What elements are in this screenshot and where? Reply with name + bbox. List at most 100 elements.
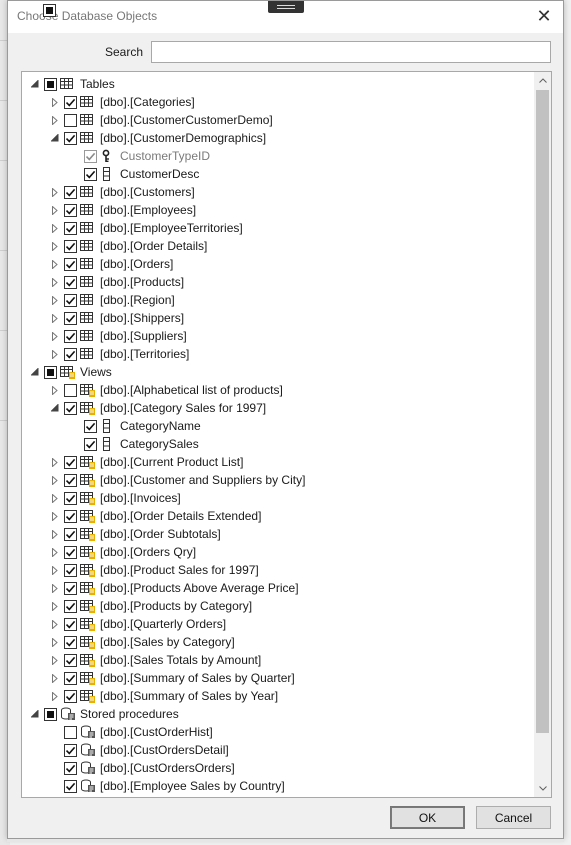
collapsed-arrow-icon[interactable] (50, 672, 60, 684)
close-icon[interactable]: ✕ (531, 5, 557, 29)
tree-row[interactable]: [dbo].[Customers] (22, 183, 534, 201)
tree-checkbox[interactable] (64, 258, 77, 271)
collapsed-arrow-icon[interactable] (50, 636, 60, 648)
collapsed-arrow-icon[interactable] (50, 276, 60, 288)
collapsed-arrow-icon[interactable] (50, 348, 60, 360)
tree-checkbox[interactable] (64, 762, 77, 775)
expanded-arrow-icon[interactable] (30, 708, 40, 720)
expanded-arrow-icon[interactable] (50, 132, 60, 144)
cancel-button[interactable]: Cancel (476, 806, 551, 829)
collapsed-arrow-icon[interactable] (50, 492, 60, 504)
collapsed-arrow-icon[interactable] (50, 96, 60, 108)
tree-checkbox[interactable] (64, 618, 77, 631)
tree-row[interactable]: Views (22, 363, 534, 381)
tree-row[interactable]: [dbo].[Products] (22, 273, 534, 291)
tree-checkbox[interactable] (64, 474, 77, 487)
tree-checkbox[interactable] (64, 96, 77, 109)
tree-checkbox[interactable] (64, 564, 77, 577)
expanded-arrow-icon[interactable] (30, 78, 40, 90)
tree-row[interactable]: Stored procedures (22, 705, 534, 723)
tree-row[interactable]: [dbo].[Order Details Extended] (22, 507, 534, 525)
tree-checkbox[interactable] (64, 456, 77, 469)
select-all-checkbox[interactable] (43, 4, 56, 17)
collapsed-arrow-icon[interactable] (50, 600, 60, 612)
tree-row[interactable]: CategoryName (22, 417, 534, 435)
tree-row[interactable]: [dbo].[Products Above Average Price] (22, 579, 534, 597)
tree-row[interactable]: [dbo].[Alphabetical list of products] (22, 381, 534, 399)
collapsed-arrow-icon[interactable] (50, 258, 60, 270)
tree-row[interactable]: [dbo].[Orders] (22, 255, 534, 273)
tree-row[interactable]: [dbo].[Shippers] (22, 309, 534, 327)
tree-row[interactable]: CustomerDesc (22, 165, 534, 183)
collapsed-arrow-icon[interactable] (50, 528, 60, 540)
tree-checkbox[interactable] (84, 168, 97, 181)
tree-checkbox[interactable] (64, 636, 77, 649)
tree-checkbox[interactable] (64, 312, 77, 325)
tree-checkbox[interactable] (64, 492, 77, 505)
tree-checkbox[interactable] (64, 510, 77, 523)
tree-row[interactable]: [dbo].[Customer and Suppliers by City] (22, 471, 534, 489)
collapsed-arrow-icon[interactable] (50, 690, 60, 702)
collapsed-arrow-icon[interactable] (50, 582, 60, 594)
tree-checkbox[interactable] (64, 330, 77, 343)
collapsed-arrow-icon[interactable] (50, 546, 60, 558)
tree-checkbox[interactable] (64, 528, 77, 541)
tree-row[interactable]: CategorySales (22, 435, 534, 453)
tree-row[interactable]: [dbo].[Current Product List] (22, 453, 534, 471)
tree-row[interactable]: [dbo].[Summary of Sales by Quarter] (22, 669, 534, 687)
tree-row[interactable]: [dbo].[Order Details] (22, 237, 534, 255)
collapsed-arrow-icon[interactable] (50, 294, 60, 306)
vertical-scrollbar[interactable] (534, 72, 551, 797)
expanded-arrow-icon[interactable] (30, 366, 40, 378)
tree-row[interactable]: [dbo].[CustOrdersOrders] (22, 759, 534, 777)
collapsed-arrow-icon[interactable] (50, 618, 60, 630)
search-input[interactable] (151, 41, 551, 63)
expanded-arrow-icon[interactable] (50, 402, 60, 414)
tree-row[interactable]: [dbo].[Quarterly Orders] (22, 615, 534, 633)
tree-checkbox[interactable] (84, 420, 97, 433)
collapsed-arrow-icon[interactable] (50, 474, 60, 486)
tree-checkbox[interactable] (64, 726, 77, 739)
tree-checkbox[interactable] (64, 402, 77, 415)
collapsed-arrow-icon[interactable] (50, 384, 60, 396)
tree-checkbox[interactable] (84, 438, 97, 451)
tree-checkbox[interactable] (64, 600, 77, 613)
collapsed-arrow-icon[interactable] (50, 204, 60, 216)
tree-checkbox[interactable] (64, 780, 77, 793)
tree-checkbox[interactable] (44, 708, 57, 721)
tree-row[interactable]: CustomerTypeID (22, 147, 534, 165)
tree-checkbox[interactable] (64, 384, 77, 397)
collapsed-arrow-icon[interactable] (50, 564, 60, 576)
tree-row[interactable]: [dbo].[Employees] (22, 201, 534, 219)
tree-checkbox[interactable] (64, 276, 77, 289)
tree-checkbox[interactable] (44, 366, 57, 379)
tree-checkbox[interactable] (64, 204, 77, 217)
ok-button[interactable]: OK (390, 806, 465, 829)
tree-row[interactable]: [dbo].[Sales by Category] (22, 633, 534, 651)
tree-row[interactable]: [dbo].[Suppliers] (22, 327, 534, 345)
collapsed-arrow-icon[interactable] (50, 330, 60, 342)
scroll-up-icon[interactable] (534, 72, 551, 89)
tree-checkbox[interactable] (64, 546, 77, 559)
tree-row[interactable]: [dbo].[Region] (22, 291, 534, 309)
tree-row[interactable]: [dbo].[Order Subtotals] (22, 525, 534, 543)
tree-row[interactable]: [dbo].[Product Sales for 1997] (22, 561, 534, 579)
tree-checkbox[interactable] (64, 222, 77, 235)
collapsed-arrow-icon[interactable] (50, 240, 60, 252)
tree-checkbox[interactable] (64, 744, 77, 757)
collapsed-arrow-icon[interactable] (50, 456, 60, 468)
tree-row[interactable]: [dbo].[Products by Category] (22, 597, 534, 615)
collapsed-arrow-icon[interactable] (50, 654, 60, 666)
tree-checkbox[interactable] (64, 582, 77, 595)
tree-checkbox[interactable] (44, 78, 57, 91)
tree-row[interactable]: [dbo].[CustomerDemographics] (22, 129, 534, 147)
tree-checkbox[interactable] (64, 240, 77, 253)
tree-row[interactable]: [dbo].[Employee Sales by Country] (22, 777, 534, 795)
tree-row[interactable]: [dbo].[EmployeeTerritories] (22, 219, 534, 237)
tree-row[interactable]: [dbo].[Category Sales for 1997] (22, 399, 534, 417)
tree-checkbox[interactable] (64, 114, 77, 127)
tree-row[interactable]: [dbo].[Orders Qry] (22, 543, 534, 561)
tree-checkbox[interactable] (64, 294, 77, 307)
tree-checkbox[interactable] (64, 132, 77, 145)
collapsed-arrow-icon[interactable] (50, 312, 60, 324)
